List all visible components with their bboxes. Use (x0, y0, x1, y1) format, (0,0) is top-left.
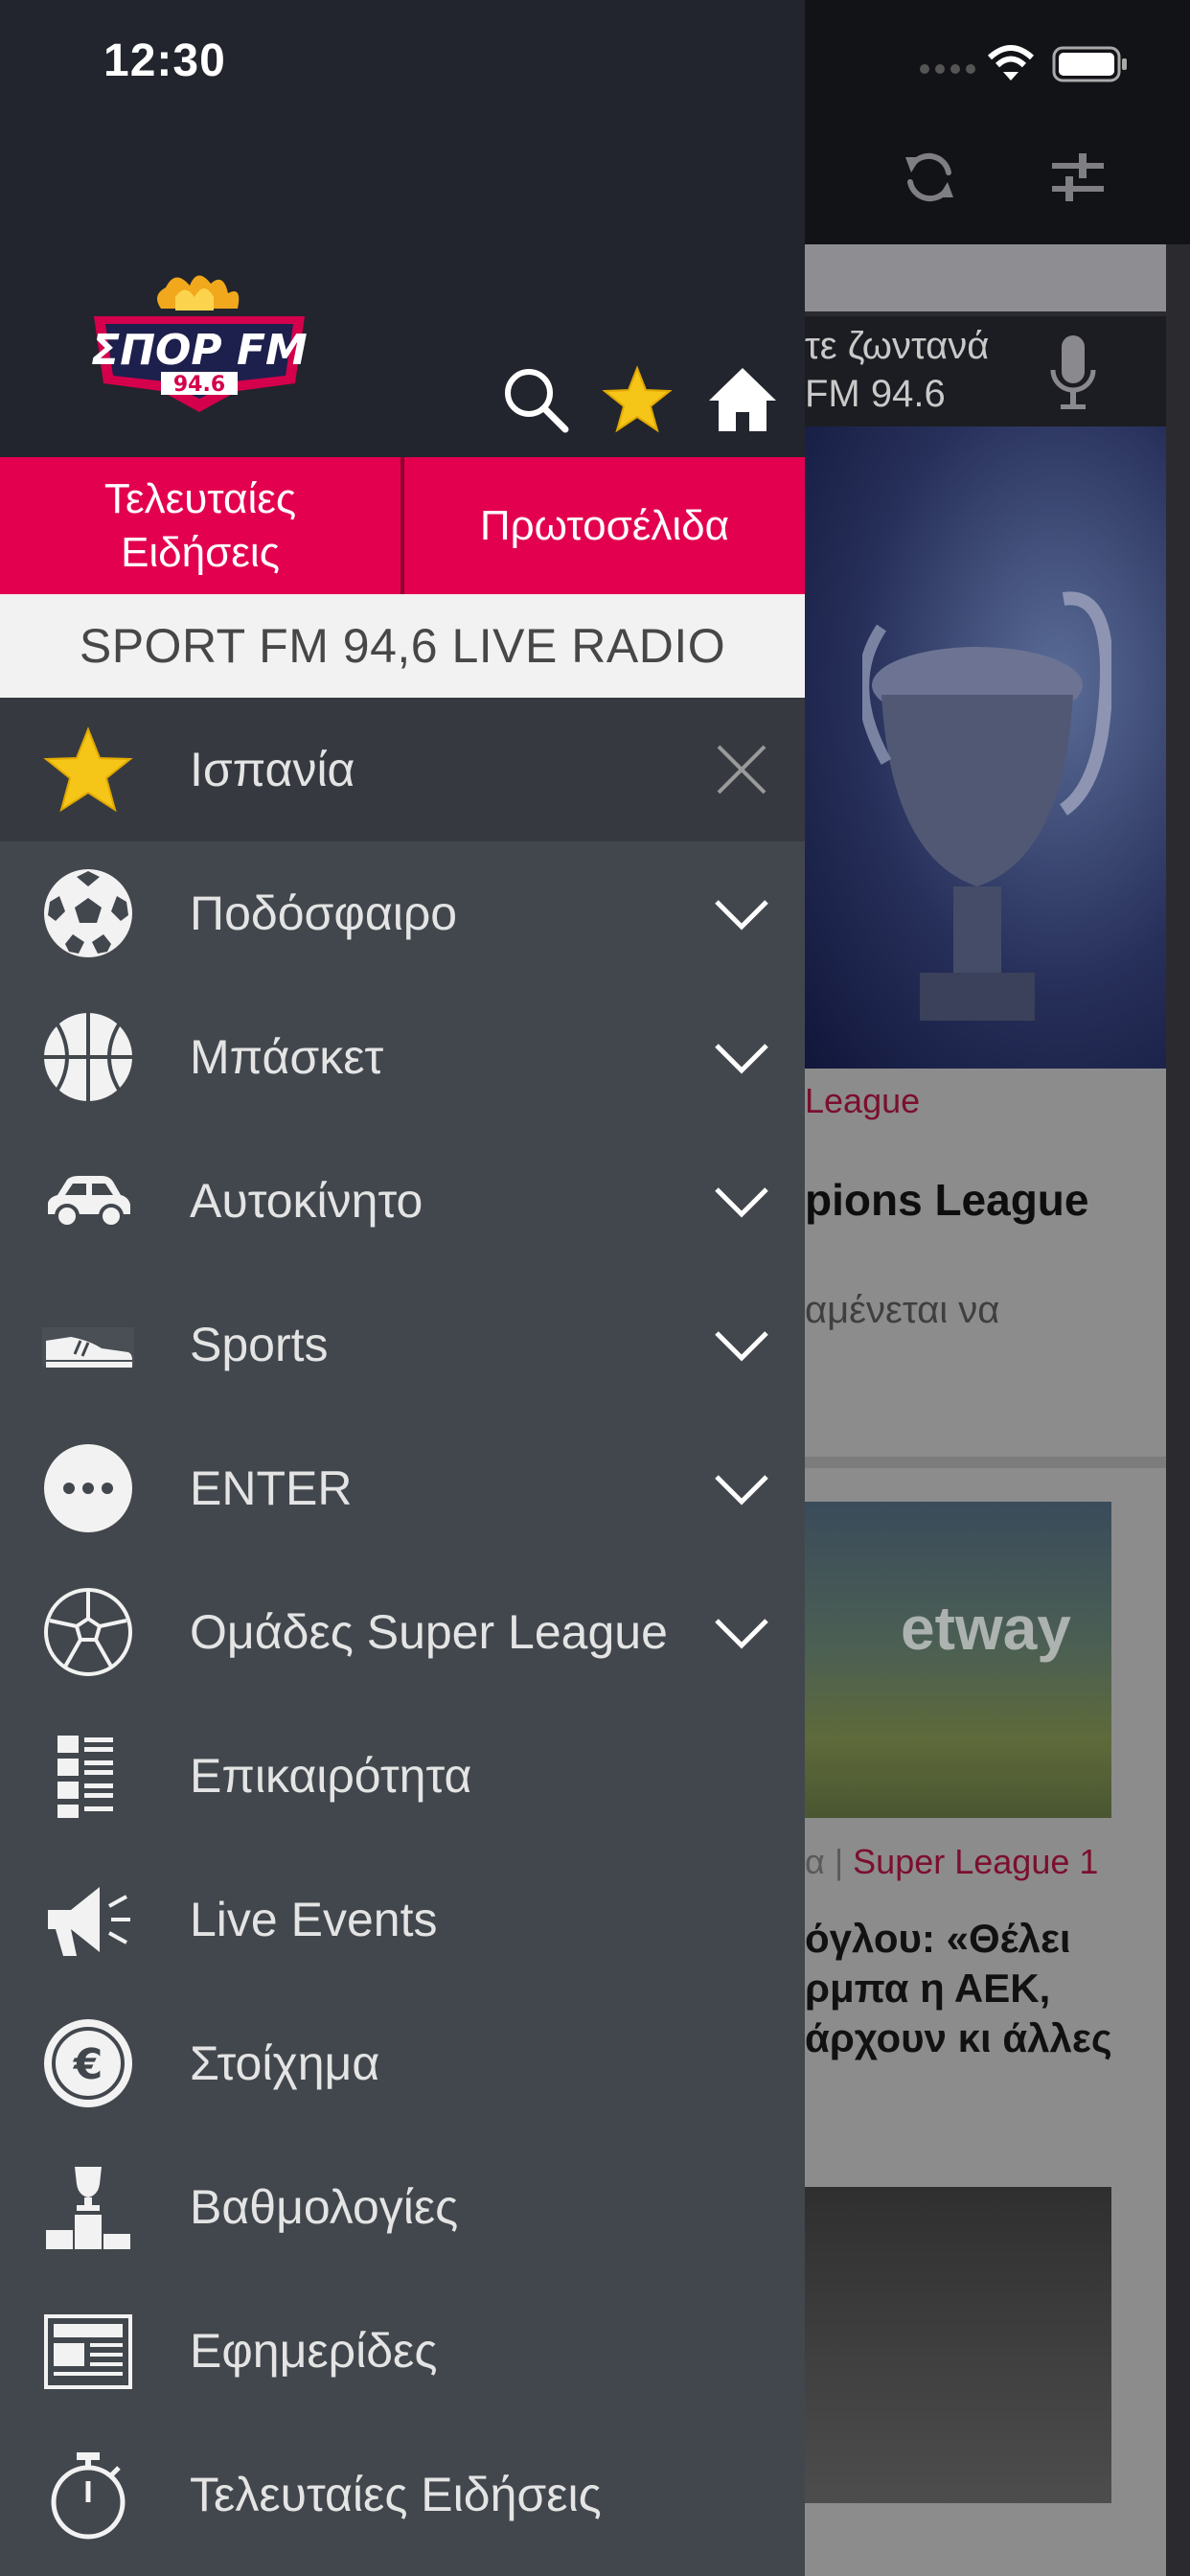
menu-item-label: Live Events (190, 1893, 438, 1946)
chevron-down-icon[interactable] (713, 1318, 770, 1371)
svg-text:€: € (73, 2040, 103, 2089)
card2-category-separator: | (824, 1842, 854, 1881)
podium-trophy-icon (42, 2161, 134, 2253)
logo-graphic: ΣΠΟΡ FM 94.6 (91, 275, 308, 412)
menu-item-label: ENTER (190, 1461, 353, 1515)
card2-category: α | Super League 1 (805, 1842, 1098, 1882)
menu-item-spain[interactable]: Ισπανία (0, 698, 805, 841)
menu-item-enter[interactable]: ENTER (0, 1416, 805, 1560)
sneaker-icon (42, 1299, 134, 1391)
trophy-image (862, 591, 1111, 1021)
chevron-down-icon[interactable] (713, 1605, 770, 1659)
background-strip (805, 244, 1166, 311)
chevron-down-icon[interactable] (713, 886, 770, 940)
chevron-down-icon[interactable] (713, 1461, 770, 1515)
drawer-tabs: Τελευταίες Ειδήσεις Πρωτοσέλιδα (0, 457, 805, 594)
menu-item-sports[interactable]: Sports (0, 1273, 805, 1416)
ball-outline-icon (42, 1586, 134, 1678)
menu-item-label: Μπάσκετ (190, 1030, 384, 1084)
star-icon (42, 724, 134, 816)
euro-coin-icon: € (42, 2017, 134, 2109)
megaphone-icon (42, 1874, 134, 1966)
card2-headline-line2: ρμπα η ΑΕΚ, (805, 1966, 1051, 2011)
search-icon[interactable] (500, 364, 571, 435)
chevron-down-icon[interactable] (713, 1030, 770, 1084)
menu-item-label: Επικαιρότητα (190, 1749, 472, 1803)
hero-image[interactable] (805, 426, 1166, 1069)
battery-icon (1052, 46, 1127, 82)
card1-description: αμένεται να (805, 1289, 1000, 1331)
refresh-icon[interactable] (896, 144, 963, 211)
svg-text:94.6: 94.6 (173, 373, 225, 397)
soccer-ball-icon (42, 867, 134, 959)
menu-item-super-league-teams[interactable]: Ομάδες Super League (0, 1560, 805, 1704)
menu-item-football[interactable]: Ποδόσφαιρο (0, 841, 805, 985)
star-icon[interactable] (602, 364, 673, 435)
card1-title: pions League (805, 1175, 1089, 1225)
menu-item-current-affairs[interactable]: Επικαιρότητα (0, 1704, 805, 1848)
sport-fm-logo[interactable]: ΣΠΟΡ FM 94.6 (84, 268, 314, 422)
feed-separator (805, 1457, 1166, 1468)
basketball-icon (42, 1011, 134, 1103)
news-list-icon (42, 1730, 134, 1822)
menu-item-label: Βαθμολογίες (190, 2180, 459, 2234)
menu-item-car[interactable]: Αυτοκίνητο (0, 1129, 805, 1273)
card1-category: League (805, 1081, 921, 1120)
menu-item-label: Αυτοκίνητο (190, 1174, 423, 1228)
menu-item-newspapers[interactable]: Εφημερίδες (0, 2279, 805, 2423)
microphone-icon (1050, 335, 1096, 409)
background-live-banner[interactable]: τε ζωντανά FM 94.6 (805, 316, 1166, 426)
card2-headline-line3: άρχουν κι άλλες (805, 2015, 1112, 2060)
filter-sliders-icon[interactable] (1044, 144, 1111, 211)
news-card-1[interactable]: League pions League αμένεται να (805, 1069, 1166, 1457)
menu-item-label: Sports (190, 1318, 329, 1371)
live-radio-button[interactable]: SPORT FM 94,6 LIVE RADIO (0, 594, 805, 698)
card2-category-link[interactable]: Super League 1 (853, 1842, 1098, 1881)
drawer-header: 12:30 ΣΠΟΡ FM 94.6 (0, 0, 805, 457)
newspaper-icon (42, 2305, 134, 2397)
menu-item-betting[interactable]: € Στοίχημα (0, 1991, 805, 2135)
news-card-2[interactable]: etway α | Super League 1 όγλου: «Θέλει ρ… (805, 1468, 1166, 2576)
live-text-line2: FM 94.6 (805, 373, 946, 415)
menu-item-label: Στοίχημα (190, 2036, 380, 2090)
stopwatch-icon (42, 2449, 134, 2541)
card2-category-prefix: α (805, 1842, 825, 1881)
wifi-icon (987, 45, 1035, 80)
svg-text:ΣΠΟΡ FM: ΣΠΟΡ FM (91, 326, 308, 375)
menu-item-basketball[interactable]: Μπάσκετ (0, 985, 805, 1129)
chevron-down-icon[interactable] (713, 1174, 770, 1228)
more-dots-icon (42, 1442, 134, 1534)
menu-item-latest-news[interactable]: Τελευταίες Ειδήσεις (0, 2423, 805, 2566)
menu-item-label: Ισπανία (190, 743, 355, 796)
home-icon[interactable] (707, 364, 778, 435)
tab-latest-news[interactable]: Τελευταίες Ειδήσεις (0, 457, 400, 594)
car-icon (42, 1155, 134, 1247)
menu-item-label: Ομάδες Super League (190, 1605, 668, 1659)
tab-front-pages[interactable]: Πρωτοσέλιδα (404, 457, 805, 594)
news-photo-player: etway (805, 1502, 1111, 1818)
navigation-drawer: 12:30 ΣΠΟΡ FM 94.6 Τελευταίες Ειδήσεις Π… (0, 0, 805, 2576)
menu-item-live-events[interactable]: Live Events (0, 1848, 805, 1991)
photo-sponsor-text: etway (901, 1594, 1071, 1663)
card2-headline-line1: όγλου: «Θέλει (805, 1916, 1071, 1961)
drawer-menu: Ισπανία Ποδόσφαιρο Μπάσκετ Αυτοκίνητο Sp… (0, 698, 805, 2566)
menu-item-label: Τελευταίες Ειδήσεις (190, 2468, 602, 2521)
menu-item-label: Ποδόσφαιρο (190, 886, 458, 940)
menu-item-label: Εφημερίδες (190, 2324, 438, 2378)
menu-item-standings[interactable]: Βαθμολογίες (0, 2135, 805, 2279)
news-photo-coach (805, 2187, 1111, 2503)
live-text-line1: τε ζωντανά (805, 325, 990, 367)
close-icon[interactable] (713, 743, 770, 796)
status-time: 12:30 (103, 35, 226, 86)
